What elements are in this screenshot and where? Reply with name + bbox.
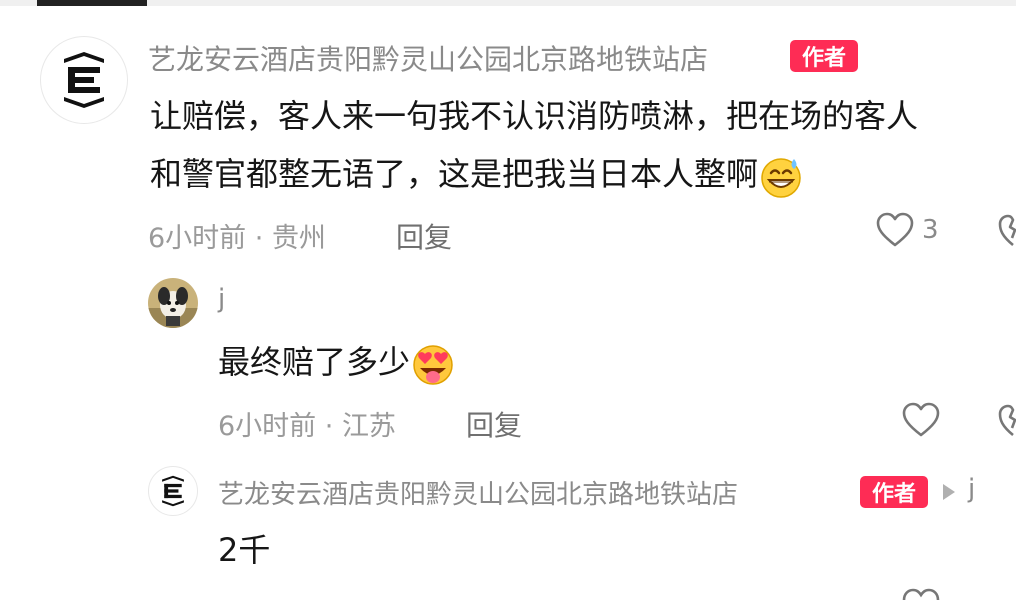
comment-reply-button[interactable]: 回复 [396, 216, 452, 256]
reply-author-name[interactable]: j [218, 284, 225, 314]
comment-like-button[interactable]: 3 [876, 212, 939, 248]
hotel-logo-icon [64, 52, 104, 108]
broken-heart-outline-icon[interactable] [998, 214, 1016, 248]
heart-eyes-tongue-emoji [413, 345, 453, 385]
heart-outline-icon [876, 212, 914, 247]
heart-outline-icon[interactable] [902, 588, 940, 602]
reply-text-content: 最终赔了多少 [218, 343, 411, 381]
reply-meta: 6小时前 · 江苏 [218, 411, 396, 442]
grinning-sweat-emoji [761, 158, 801, 198]
reply-like-button[interactable] [902, 402, 940, 438]
reply2-author-name[interactable]: 艺龙安云酒店贵阳黔灵山公园北京路地铁站店 [218, 474, 738, 511]
reply-text: 最终赔了多少 [218, 340, 456, 387]
comment-meta: 6小时前 · 贵州 [148, 223, 326, 254]
comment-text-line2-content: 和警官都整无语了，这是把我当日本人整啊 [150, 155, 759, 193]
reply2-reply-to[interactable]: j [968, 474, 975, 504]
top-scroll-strip [0, 0, 1016, 6]
reply-reply-button[interactable]: 回复 [466, 404, 522, 444]
comment-author-name[interactable]: 艺龙安云酒店贵阳黔灵山公园北京路地铁站店 [148, 38, 708, 78]
comment-text-line1: 让赔偿，客人来一句我不认识消防喷淋，把在场的客人 [150, 97, 919, 135]
author-badge: 作者 [790, 40, 858, 72]
dog-avatar-icon [148, 278, 198, 328]
comment-text-line2: 和警官都整无语了，这是把我当日本人整啊 [150, 152, 804, 199]
broken-heart-outline-icon[interactable] [998, 404, 1016, 438]
comment-location: 贵州 [271, 223, 326, 254]
top-scroll-indicator [37, 0, 147, 6]
reply2-author-badge: 作者 [860, 476, 928, 508]
author-avatar-small[interactable] [148, 466, 198, 516]
reply-location: 江苏 [341, 411, 396, 442]
comment-time: 6小时前 [148, 223, 247, 254]
hotel-logo-icon [162, 475, 184, 507]
reply2-text: 2千 [218, 531, 271, 569]
play-arrow-icon [943, 484, 955, 500]
author-avatar[interactable] [40, 36, 128, 124]
reply-user-avatar[interactable] [148, 278, 198, 328]
heart-outline-icon [902, 402, 940, 437]
comment-like-count: 3 [922, 215, 939, 245]
reply-time: 6小时前 [218, 411, 317, 442]
